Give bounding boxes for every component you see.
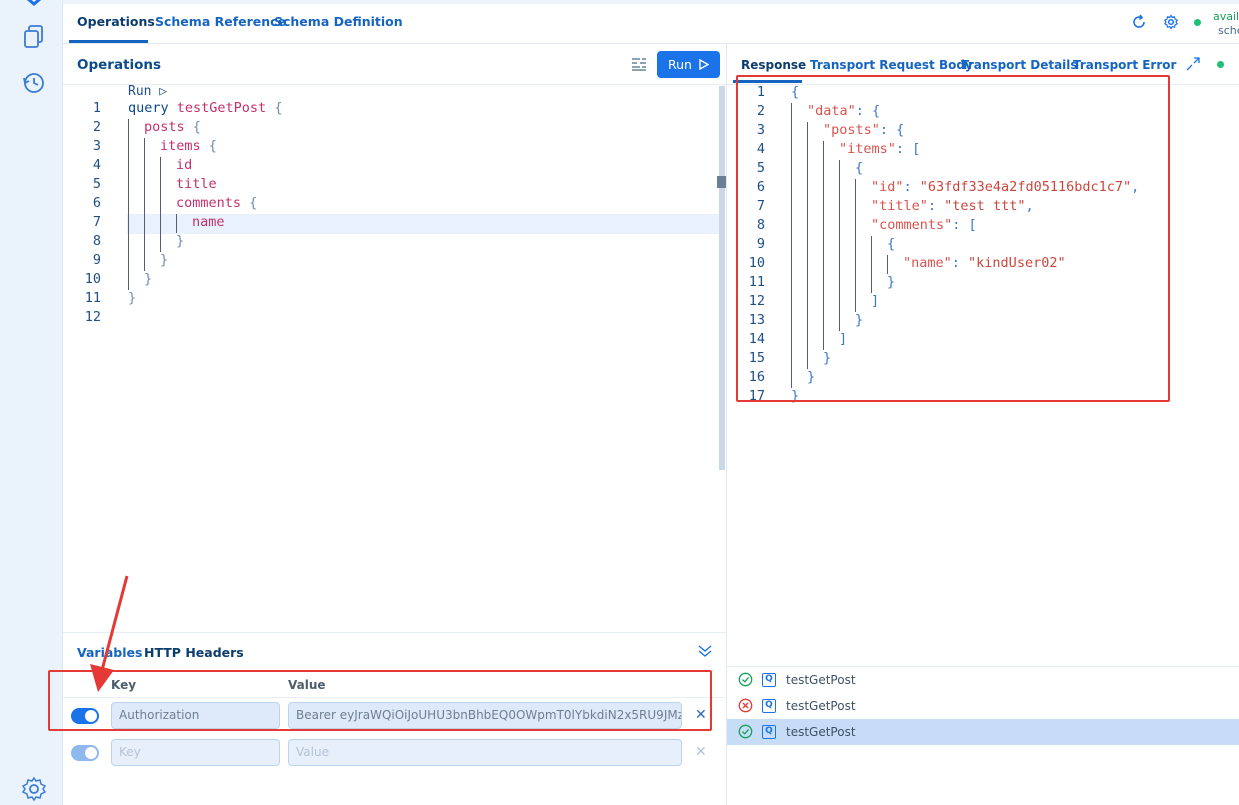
code-line: posts {: [144, 119, 201, 135]
run-codelens[interactable]: Run ▷: [128, 84, 167, 99]
error-circle-icon: [738, 698, 753, 713]
expand-icon[interactable]: [1186, 57, 1200, 71]
query-icon: Q: [762, 699, 776, 713]
tab-operations[interactable]: Operations: [77, 14, 155, 29]
tab-schema-reference[interactable]: Schema Reference: [155, 14, 286, 29]
active-tab-indicator: [69, 40, 148, 43]
run-button[interactable]: Run: [657, 51, 720, 78]
tab-schema-definition[interactable]: Schema Definition: [274, 14, 403, 29]
close-icon[interactable]: ✕: [695, 744, 707, 760]
editor-scrollbar[interactable]: [719, 86, 725, 470]
tab-transport-error[interactable]: Transport Error: [1073, 58, 1176, 72]
line-number: 1: [92, 100, 101, 116]
status-dot: [1217, 61, 1224, 68]
play-icon: [699, 59, 709, 70]
line-number: 4: [92, 157, 101, 173]
refresh-icon[interactable]: [1131, 14, 1147, 30]
prettify-icon[interactable]: [631, 57, 647, 71]
code-line: id: [176, 157, 193, 173]
copy-icon[interactable]: [20, 22, 48, 50]
indent-guide: [176, 214, 177, 233]
tab-transport-request-body[interactable]: Transport Request Body: [810, 58, 973, 72]
code-line: items {: [160, 138, 217, 154]
status-text: avail: [1213, 10, 1239, 23]
code-line: }: [160, 252, 169, 268]
query-icon: Q: [762, 673, 776, 687]
history-item[interactable]: Q testGetPost: [727, 719, 1239, 745]
run-button-label: Run: [668, 57, 692, 72]
tab-transport-details[interactable]: Transport Details: [961, 58, 1078, 72]
annotation-box-headers: [48, 670, 712, 731]
line-number: 6: [92, 195, 101, 211]
new-header-key-input[interactable]: Key: [111, 739, 280, 766]
tab-http-headers[interactable]: HTTP Headers: [144, 645, 244, 660]
indent-guide: [144, 138, 145, 271]
code-line: }: [128, 290, 137, 306]
history-item[interactable]: Q testGetPost: [727, 693, 1239, 719]
top-tab-bar: Operations Schema Reference Schema Defin…: [63, 0, 1239, 44]
code-line: title: [176, 176, 217, 192]
indent-guide: [160, 157, 161, 252]
history-item-name: testGetPost: [786, 699, 856, 713]
new-header-toggle[interactable]: [71, 745, 99, 761]
line-number: 7: [92, 214, 101, 230]
code-line: }: [176, 233, 185, 249]
gear-icon[interactable]: [1163, 14, 1179, 30]
check-circle-icon: [738, 672, 753, 687]
line-number: 2: [92, 119, 101, 135]
line-number: 5: [92, 176, 101, 192]
line-number: 8: [92, 233, 101, 249]
operations-title: Operations: [77, 57, 162, 73]
divider: [63, 632, 727, 633]
logo-icon: [26, 0, 42, 6]
code-line: }: [144, 271, 153, 287]
tab-response[interactable]: Response: [741, 58, 806, 72]
indent-guide: [128, 119, 129, 290]
code-line: comments {: [176, 195, 258, 211]
line-number: 11: [84, 290, 101, 306]
collapse-icon[interactable]: [697, 643, 713, 659]
line-number: 9: [92, 252, 101, 268]
line-number: 3: [92, 138, 101, 154]
history-icon[interactable]: [20, 69, 48, 97]
scrollbar-marker: [717, 176, 726, 188]
annotation-arrow: [90, 575, 129, 692]
status-subtext: sche: [1218, 24, 1239, 37]
code-line: name: [192, 214, 225, 230]
status-dot: [1194, 19, 1201, 26]
annotation-box-response: [736, 75, 1170, 402]
history-item-name: testGetPost: [786, 673, 856, 687]
code-line: query testGetPost {: [128, 100, 283, 116]
history-item-name: testGetPost: [786, 725, 856, 739]
history-item[interactable]: Q testGetPost: [727, 667, 1239, 693]
line-number: 10: [84, 271, 101, 287]
top-strip: [63, 0, 1239, 4]
settings-icon[interactable]: [20, 775, 48, 803]
check-circle-icon: [738, 724, 753, 739]
line-number: 12: [84, 309, 101, 325]
query-icon: Q: [762, 725, 776, 739]
new-header-value-input[interactable]: Value: [288, 739, 682, 766]
